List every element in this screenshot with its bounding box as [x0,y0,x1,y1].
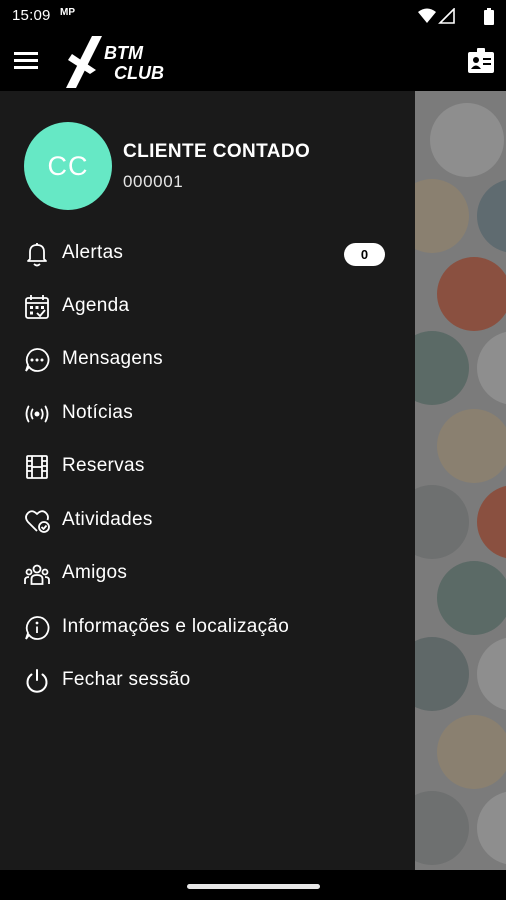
chat-bubble-icon [23,346,51,374]
avatar[interactable]: CC [24,122,112,210]
menu-item-noticias[interactable]: Notícias [0,387,415,440]
member-card-icon [468,48,494,73]
people-icon [23,560,51,588]
battery-icon [484,8,494,30]
activity-circle [437,409,506,483]
app-bar: BTM CLUB [0,32,506,91]
system-navigation-bar [0,870,506,900]
menu-item-label: Agenda [62,295,130,316]
calendar-icon [23,293,51,321]
menu-item-label: Informações e localização [62,616,290,637]
activity-circle [477,179,506,253]
hamburger-menu-button[interactable] [12,48,42,74]
menu-item-atividades[interactable]: Atividades [0,494,415,547]
hamburger-menu-icon [14,52,38,69]
logo-text-club: CLUB [114,63,164,83]
alerts-count-badge: 0 [344,243,385,266]
activity-circle [415,485,469,559]
status-time: 15:09 [12,7,51,24]
background-content-scrim[interactable] [415,91,506,870]
signal-icon [438,7,455,24]
menu-item-reservas[interactable]: Reservas [0,440,415,493]
menu-item-label: Atividades [62,509,153,530]
broadcast-icon [23,400,51,428]
menu-item-amigos[interactable]: Amigos [0,547,415,600]
activity-circle [437,715,506,789]
menu-item-agenda[interactable]: Agenda [0,280,415,333]
member-card-button[interactable] [466,46,496,76]
activity-circle [415,331,469,405]
activity-circle [477,791,506,865]
logo-text-btm: BTM [104,43,144,63]
notification-badge: MP [60,7,75,18]
info-bubble-icon [23,614,51,642]
menu-item-label: Fechar sessão [62,669,191,690]
home-gesture-handle[interactable] [187,884,320,889]
menu-item-label: Amigos [62,562,128,583]
avatar-initials: CC [47,150,89,181]
activity-circle [415,179,469,253]
activity-circle [415,791,469,865]
btm-club-logo: BTM CLUB [62,34,168,90]
menu-item-label: Alertas [62,242,124,263]
activity-circle [415,637,469,711]
menu-item-alertas[interactable]: Alertas 0 [0,227,415,280]
film-strip-icon [23,453,51,481]
activity-circle [430,103,504,177]
menu-item-mensagens[interactable]: Mensagens [0,333,415,386]
activity-circle [477,331,506,405]
status-bar: 15:09 MP [0,0,506,32]
activity-circle [437,561,506,635]
activity-circle [477,485,506,559]
menu-item-label: Reservas [62,455,145,476]
heart-check-icon [23,507,51,535]
menu-item-label: Notícias [62,402,134,423]
activity-circle [477,637,506,711]
bell-icon [23,240,51,268]
menu-item-informacoes[interactable]: Informações e localização [0,601,415,654]
power-icon [23,667,51,695]
user-id: 000001 [123,172,184,191]
wifi-icon [418,8,436,23]
connectivity-icons [418,7,458,29]
activity-circle [437,257,506,331]
menu-item-label: Mensagens [62,348,163,369]
user-name: CLIENTE CONTADO [123,141,311,162]
navigation-drawer: CC CLIENTE CONTADO 000001 Alertas 0 Agen… [0,91,415,870]
menu-item-fechar-sessao[interactable]: Fechar sessão [0,654,415,707]
